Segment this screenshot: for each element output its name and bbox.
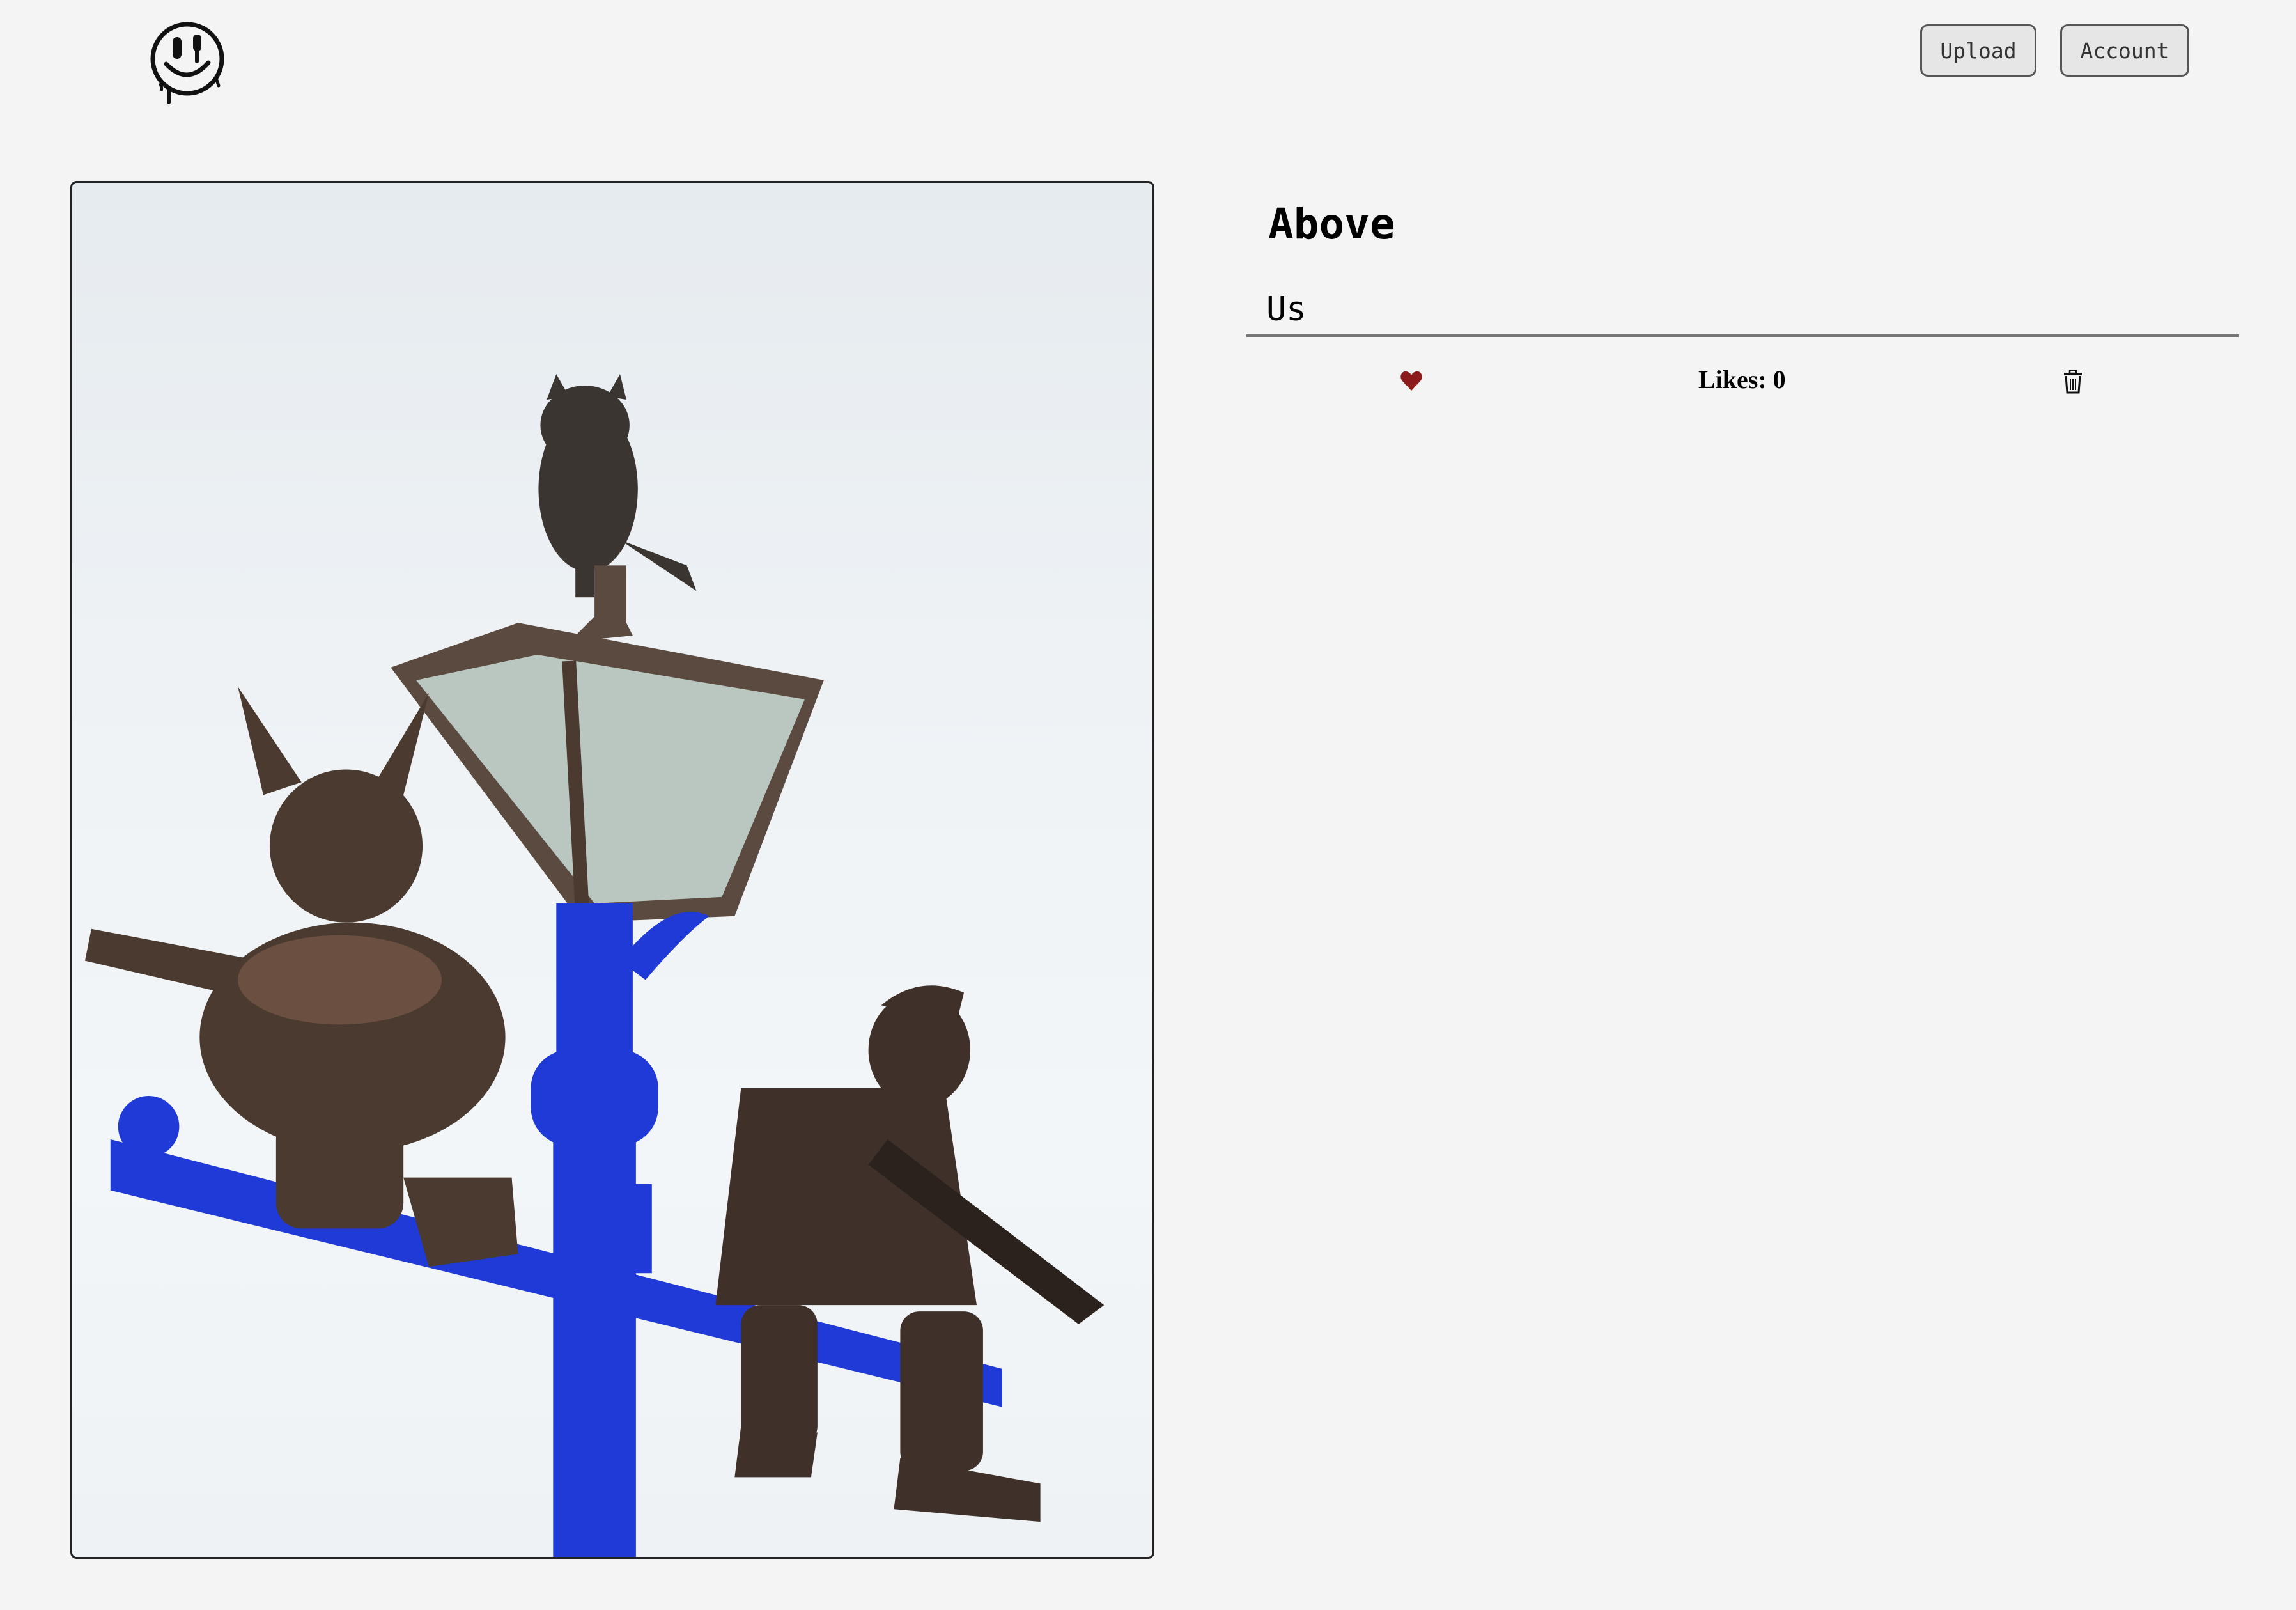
logo-icon[interactable] <box>147 19 230 106</box>
heart-icon[interactable] <box>1400 370 1423 393</box>
page: Upload Account Above Us Likes: 0 <box>0 0 2296 1610</box>
post-photo <box>70 181 1154 1559</box>
account-button[interactable]: Account <box>2060 24 2189 77</box>
fiddler-statue <box>715 985 1105 1522</box>
lantern <box>391 565 824 923</box>
divider <box>1246 334 2239 337</box>
post-caption: Us <box>1266 290 1307 329</box>
upload-button[interactable]: Upload <box>1920 24 2036 77</box>
trash-icon[interactable] <box>2062 369 2084 394</box>
post-title: Above <box>1268 199 1395 249</box>
owl-statue <box>538 374 697 598</box>
likes-count: Likes: 0 <box>1698 365 1786 394</box>
